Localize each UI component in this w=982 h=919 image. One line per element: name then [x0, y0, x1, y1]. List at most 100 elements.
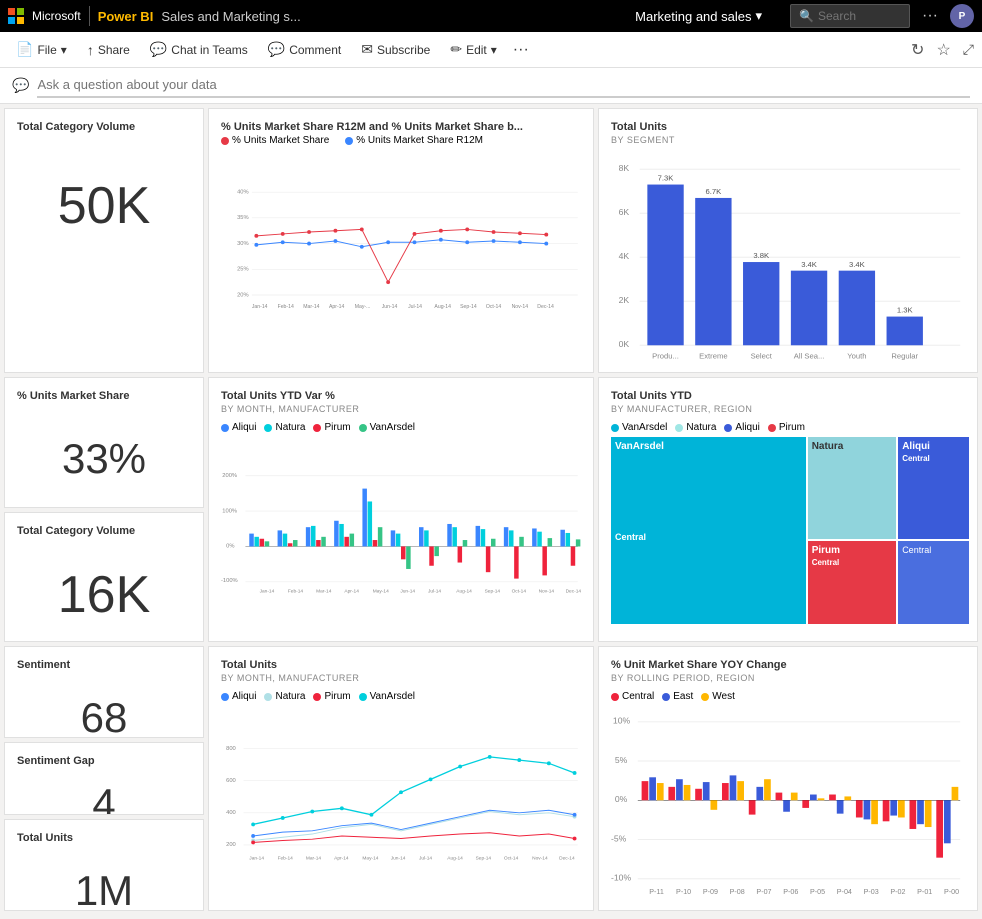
- svg-text:3.8K: 3.8K: [753, 251, 770, 260]
- chart2-svg: 8K 6K 4K 2K 0K 7.3K 6.7K 3.8K 3.4K: [611, 153, 965, 373]
- svg-text:100%: 100%: [222, 508, 237, 514]
- svg-text:P-07: P-07: [756, 888, 771, 896]
- svg-text:Sep-14: Sep-14: [476, 856, 492, 862]
- chart6-svg: 10% 5% 0% -5% -10%: [611, 706, 965, 906]
- svg-text:P-01: P-01: [917, 888, 932, 896]
- svg-text:P-11: P-11: [649, 888, 664, 896]
- fullscreen-icon[interactable]: ⤢: [963, 41, 974, 58]
- svg-text:7.3K: 7.3K: [658, 174, 675, 183]
- file-button[interactable]: 📄 File ▾: [8, 37, 75, 62]
- card-total-units-lines[interactable]: Total Units BY MONTH, MANUFACTURER Aliqu…: [208, 646, 594, 911]
- comment-icon: 💬: [268, 41, 285, 58]
- svg-text:30%: 30%: [237, 241, 249, 247]
- toolbar-more-button[interactable]: ···: [509, 41, 533, 59]
- card-total-units-segment[interactable]: Total Units BY SEGMENT 8K 6K 4K 2K 0K 7.…: [598, 108, 978, 373]
- svg-text:All Sea...: All Sea...: [794, 352, 825, 361]
- card-total-units-ytd-var[interactable]: Total Units YTD Var % BY MONTH, MANUFACT…: [208, 377, 594, 642]
- svg-text:Jun-14: Jun-14: [382, 304, 398, 310]
- svg-text:35%: 35%: [237, 215, 249, 221]
- svg-text:Feb-14: Feb-14: [278, 856, 294, 862]
- svg-text:May-14: May-14: [362, 856, 378, 862]
- left-col-row3: Sentiment 68 Sentiment Gap 4 Total Units…: [4, 646, 204, 911]
- left-col-row2: % Units Market Share 33% Total Category …: [4, 377, 204, 642]
- svg-text:Extreme: Extreme: [699, 352, 727, 361]
- svg-text:Aug-14: Aug-14: [447, 856, 463, 862]
- svg-text:2K: 2K: [619, 295, 630, 305]
- svg-text:P-06: P-06: [783, 888, 798, 896]
- card-unit-market-yoy[interactable]: % Unit Market Share YOY Change BY ROLLIN…: [598, 646, 978, 911]
- svg-text:4K: 4K: [619, 251, 630, 261]
- svg-text:0%: 0%: [226, 544, 234, 550]
- qa-icon: 💬: [12, 77, 29, 94]
- svg-text:Select: Select: [751, 352, 773, 361]
- qa-input[interactable]: [37, 74, 970, 98]
- subscribe-button[interactable]: ✉ Subscribe: [353, 37, 438, 62]
- svg-text:200: 200: [226, 842, 236, 848]
- edit-button[interactable]: ✏ Edit ▾: [442, 37, 504, 62]
- card-total-category-volume-1: Total Category Volume 50K: [4, 108, 204, 373]
- more-options-button[interactable]: ···: [918, 7, 942, 25]
- svg-text:3.4K: 3.4K: [849, 260, 866, 269]
- card-total-category-volume-2: Total Category Volume 16K: [4, 512, 204, 643]
- svg-text:Aug-14: Aug-14: [456, 589, 472, 595]
- svg-text:May-...: May-...: [355, 304, 371, 310]
- svg-text:40%: 40%: [237, 189, 249, 195]
- svg-text:Youth: Youth: [847, 352, 866, 361]
- svg-text:Jan-14: Jan-14: [249, 856, 264, 862]
- svg-text:1.3K: 1.3K: [897, 306, 914, 315]
- card-total-units-ytd-treemap[interactable]: Total Units YTD BY MANUFACTURER, REGION …: [598, 377, 978, 642]
- user-avatar[interactable]: P: [950, 4, 974, 28]
- svg-text:Jun-14: Jun-14: [400, 589, 415, 595]
- card-units-market-share: % Units Market Share 33%: [4, 377, 204, 508]
- treemap-vanarsdel: VanArsdel Central: [611, 437, 806, 624]
- comment-button[interactable]: 💬 Comment: [260, 37, 349, 62]
- svg-text:20%: 20%: [237, 292, 249, 298]
- svg-text:Mar-14: Mar-14: [306, 856, 322, 862]
- svg-text:P-08: P-08: [730, 888, 745, 896]
- edit-icon: ✏: [450, 41, 462, 58]
- svg-text:0K: 0K: [619, 339, 630, 349]
- svg-text:Oct-14: Oct-14: [504, 856, 519, 862]
- chart5-svg: 800 600 400 200: [221, 706, 581, 901]
- svg-text:Aug-14: Aug-14: [434, 304, 451, 310]
- treemap-aliqui: Aliqui Central: [898, 437, 969, 539]
- marketing-menu[interactable]: Marketing and sales ▾: [635, 8, 762, 24]
- microsoft-logo: Microsoft: [8, 8, 81, 24]
- svg-text:Jan-14: Jan-14: [252, 304, 268, 310]
- svg-text:6.7K: 6.7K: [706, 187, 723, 196]
- refresh-icon[interactable]: ↻: [911, 40, 924, 60]
- svg-text:P-10: P-10: [676, 888, 691, 896]
- svg-text:400: 400: [226, 810, 236, 816]
- svg-text:P-05: P-05: [810, 888, 825, 896]
- svg-text:Oct-14: Oct-14: [512, 589, 527, 595]
- svg-text:-100%: -100%: [221, 578, 238, 584]
- search-input[interactable]: [818, 9, 898, 23]
- search-box[interactable]: 🔍: [790, 4, 910, 28]
- svg-text:Feb-14: Feb-14: [288, 589, 304, 595]
- card-units-market-share-line[interactable]: % Units Market Share R12M and % Units Ma…: [208, 108, 594, 373]
- svg-text:Regular: Regular: [891, 352, 918, 361]
- svg-text:Nov-14: Nov-14: [512, 304, 529, 310]
- chart1-legend: % Units Market Share % Units Market Shar…: [221, 135, 581, 146]
- svg-text:P-04: P-04: [837, 888, 852, 896]
- card-total-units-bottom: Total Units 1M: [4, 819, 204, 911]
- svg-text:200%: 200%: [222, 473, 237, 479]
- chart4-legend: VanArsdel Natura Aliqui Pirum: [611, 422, 965, 433]
- svg-text:800: 800: [226, 746, 236, 752]
- file-icon: 📄: [16, 41, 33, 58]
- svg-text:Dec-14: Dec-14: [566, 589, 581, 595]
- value-total-category-50k: 50K: [17, 135, 191, 237]
- svg-text:Jul-14: Jul-14: [408, 304, 422, 310]
- svg-text:Apr-14: Apr-14: [329, 304, 345, 310]
- svg-text:3.4K: 3.4K: [801, 260, 818, 269]
- svg-text:Feb-14: Feb-14: [278, 304, 294, 310]
- chat-in-teams-button[interactable]: 💬 Chat in Teams: [142, 37, 256, 62]
- svg-text:5%: 5%: [615, 755, 628, 765]
- svg-text:-5%: -5%: [611, 833, 627, 843]
- card-sentiment: Sentiment 68: [4, 646, 204, 738]
- favorite-icon[interactable]: ☆: [936, 40, 950, 60]
- svg-text:10%: 10%: [613, 716, 631, 726]
- share-button[interactable]: ↑ Share: [79, 38, 138, 62]
- svg-text:Nov-14: Nov-14: [532, 856, 548, 862]
- svg-text:Oct-14: Oct-14: [486, 304, 502, 310]
